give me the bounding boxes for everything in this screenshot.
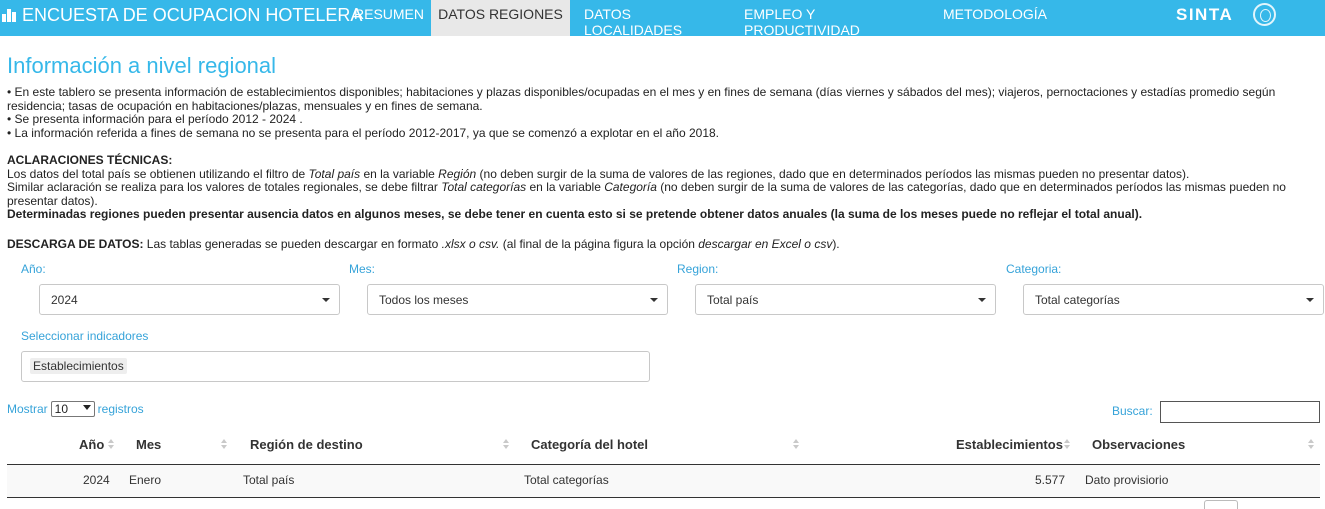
indicators-multiselect[interactable]: Establecimientos — [21, 351, 650, 382]
search-input[interactable] — [1160, 401, 1320, 423]
sort-icon[interactable] — [1308, 439, 1315, 451]
category-select-value: Total categorías — [1035, 293, 1120, 307]
indicators-label: Seleccionar indicadores — [21, 329, 149, 343]
technical-warning: Determinadas regiones pueden presentar a… — [7, 207, 1143, 221]
bar-chart-icon — [2, 8, 18, 22]
intro-text: • En este tablero se presenta informació… — [7, 85, 1317, 140]
year-select-value: 2024 — [51, 293, 78, 307]
sort-icon[interactable] — [108, 439, 115, 451]
cell-category: Total categorías — [524, 473, 609, 487]
year-filter-label: Año: — [21, 262, 46, 276]
show-label: Mostrar — [7, 402, 48, 416]
records-label: registros — [97, 402, 144, 416]
month-select-value: Todos los meses — [379, 293, 469, 307]
tab-metodologia[interactable]: METODOLOGÍA — [943, 0, 1047, 36]
technical-note-1: Los datos del total país se obtienen uti… — [7, 166, 1190, 181]
column-header-establishments[interactable]: Establecimientos — [956, 437, 1063, 452]
intro-line: • En este tablero se presenta informació… — [7, 85, 1276, 113]
cell-month: Enero — [129, 473, 162, 487]
intro-line: • La información referida a fines de sem… — [7, 125, 720, 140]
app-brand[interactable]: ENCUESTA DE OCUPACION HOTELERA — [0, 0, 362, 30]
year-select[interactable]: 2024 — [39, 284, 340, 315]
column-header-year[interactable]: Año — [79, 437, 104, 452]
sort-icon[interactable] — [1064, 439, 1071, 451]
region-select-value: Total país — [707, 293, 759, 307]
government-seal-icon — [1253, 3, 1276, 26]
cell-observations: Dato provisiorio — [1085, 473, 1169, 487]
caret-down-icon — [978, 298, 986, 302]
category-filter-label: Categoria: — [1006, 262, 1062, 276]
tab-datos-localidades[interactable]: DATOS LOCALIDADES — [584, 0, 724, 38]
column-header-month[interactable]: Mes — [136, 437, 161, 452]
page-length-value: 10 — [54, 402, 69, 416]
top-navbar: ENCUESTA DE OCUPACION HOTELERA RESUMEN D… — [0, 0, 1325, 38]
cell-establishments: 5.577 — [1035, 473, 1066, 487]
caret-down-icon — [322, 298, 330, 302]
column-header-region[interactable]: Región de destino — [250, 437, 363, 452]
region-select[interactable]: Total país — [695, 284, 996, 315]
category-select[interactable]: Total categorías — [1023, 284, 1324, 315]
intro-line: • Se presenta información para el períod… — [7, 112, 303, 126]
technical-notes-heading: ACLARACIONES TÉCNICAS: — [7, 153, 173, 167]
sort-icon[interactable] — [503, 439, 510, 451]
cell-region: Total país — [243, 473, 295, 487]
page-length-control: Mostrar 10 registros — [7, 401, 144, 417]
caret-down-icon — [1306, 298, 1314, 302]
cell-year: 2024 — [83, 473, 110, 487]
region-filter-label: Region: — [677, 262, 719, 276]
page-length-select[interactable]: 10 — [50, 401, 95, 417]
tab-resumen[interactable]: RESUMEN — [354, 0, 424, 36]
sort-icon[interactable] — [221, 439, 228, 451]
sinta-logo[interactable]: SINTA — [1176, 5, 1233, 25]
page-title: Información a nivel regional — [7, 53, 277, 78]
sort-icon[interactable] — [793, 439, 800, 451]
technical-note-2: Similar aclaración se realiza para los v… — [7, 180, 1286, 208]
pagination-button[interactable] — [1204, 500, 1238, 509]
table-row[interactable]: 2024 Enero Total país Total categorías 5… — [7, 465, 1320, 498]
caret-down-icon — [650, 298, 658, 302]
technical-notes: ACLARACIONES TÉCNICAS: Los datos del tot… — [7, 153, 1317, 222]
month-filter-label: Mes: — [349, 262, 376, 276]
indicator-chip[interactable]: Establecimientos — [30, 358, 127, 374]
search-label: Buscar: — [1112, 404, 1153, 418]
app-title: ENCUESTA DE OCUPACION HOTELERA — [22, 4, 363, 25]
column-header-observations[interactable]: Observaciones — [1092, 437, 1185, 452]
month-select[interactable]: Todos los meses — [367, 284, 668, 315]
table-header: Año Mes Región de destino Categoría del … — [7, 430, 1320, 465]
tab-datos-regiones[interactable]: DATOS REGIONES — [431, 0, 570, 36]
download-note: DESCARGA DE DATOS: Las tablas generadas … — [7, 237, 840, 251]
chevron-down-icon — [82, 405, 91, 410]
tab-empleo-productividad[interactable]: EMPLEO Y PRODUCTIVIDAD — [744, 0, 924, 38]
column-header-category[interactable]: Categoría del hotel — [531, 437, 648, 452]
